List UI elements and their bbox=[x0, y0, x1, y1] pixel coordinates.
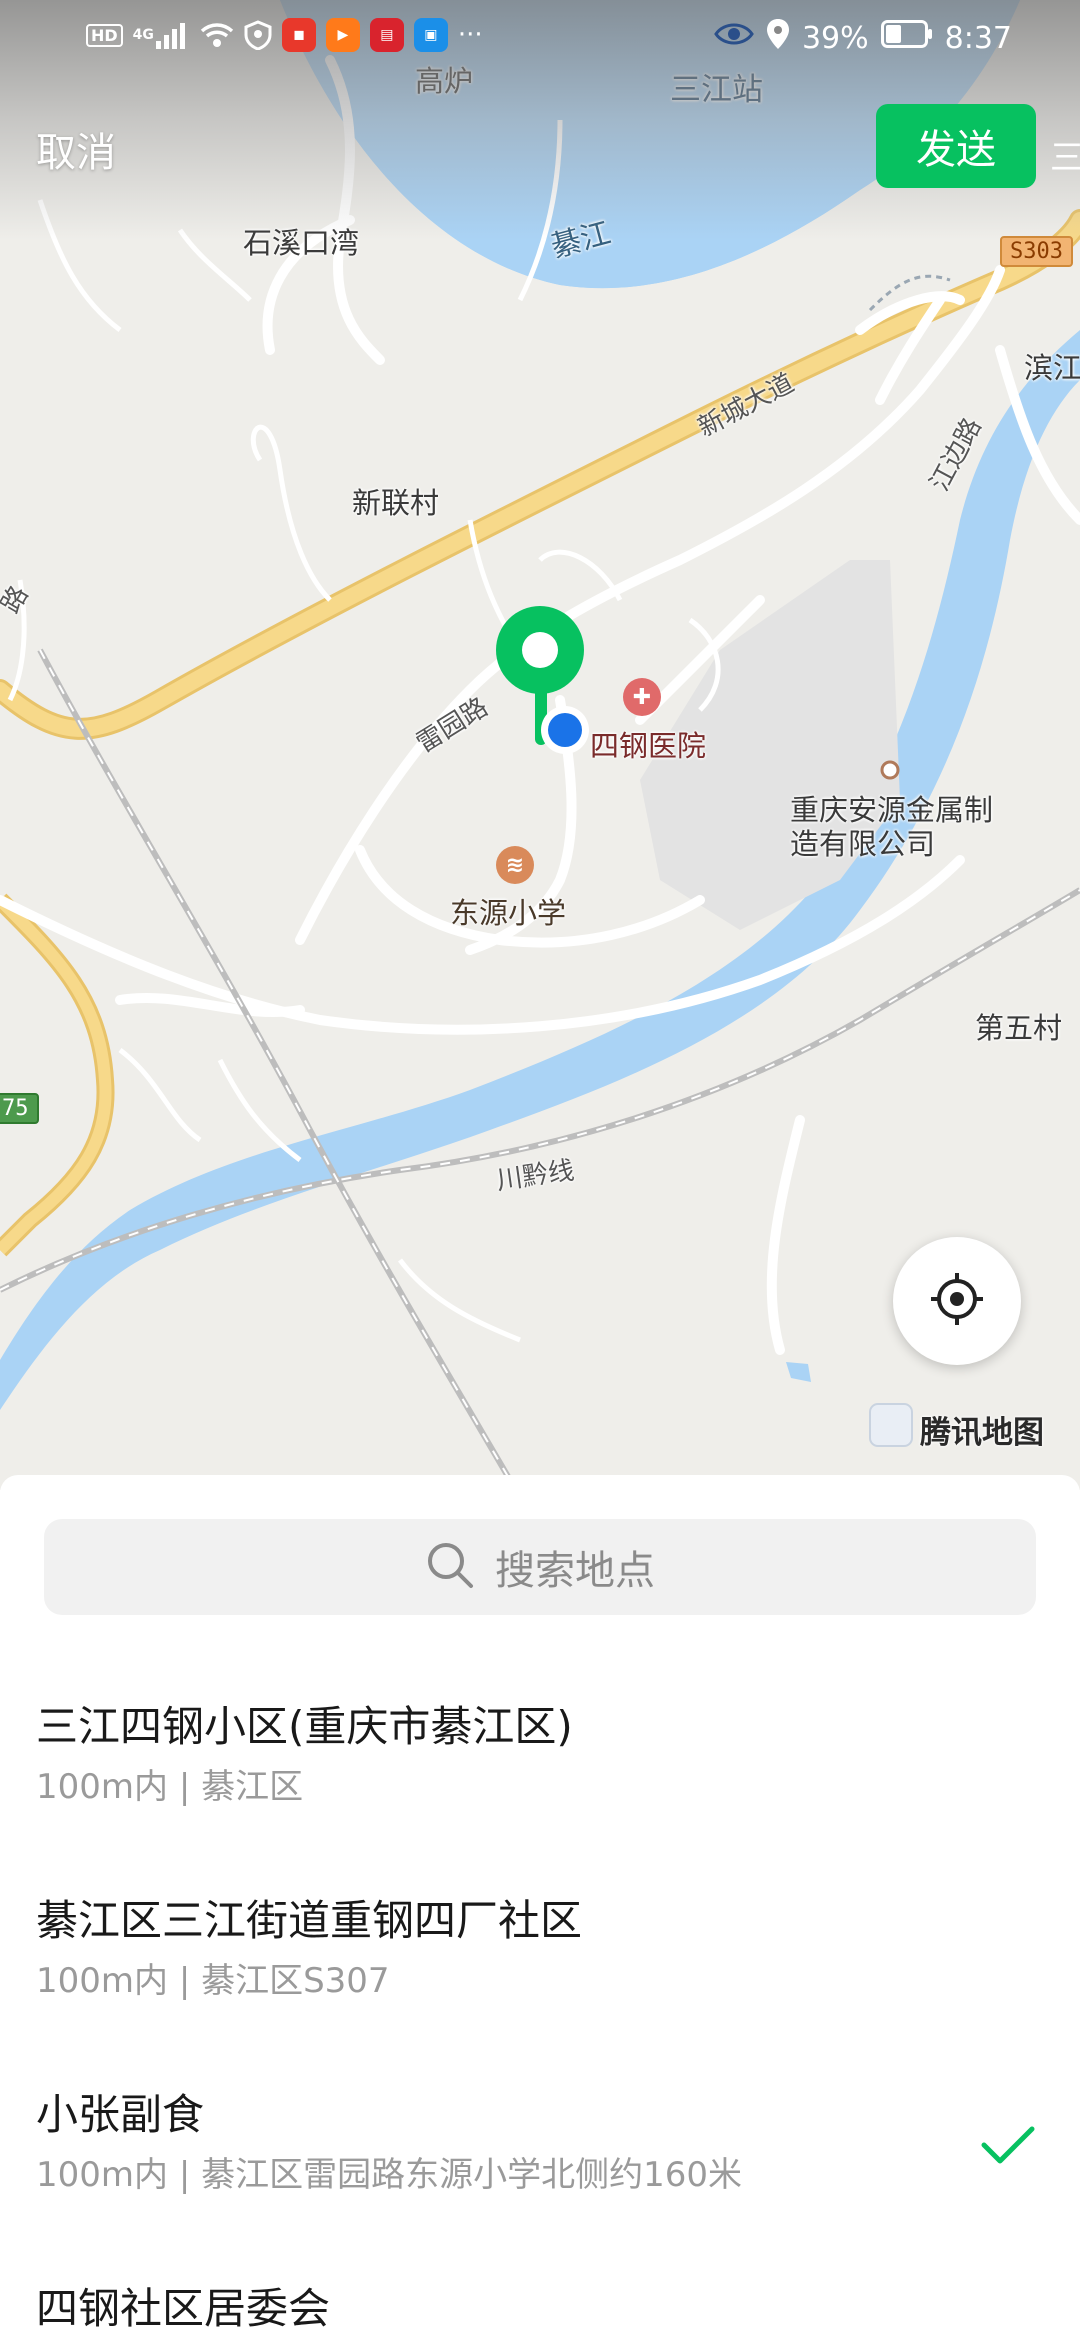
place-item[interactable]: 三江四钢小区(重庆市綦江区) 100m内 | 綦江区 bbox=[36, 1699, 1046, 1809]
place-detail: 100m内 | 綦江区S307 bbox=[36, 1961, 390, 2001]
search-placeholder: 搜索地点 bbox=[495, 1548, 655, 1594]
map-label-xinliancun: 新联村 bbox=[352, 486, 440, 520]
cancel-button[interactable]: 取消 bbox=[36, 120, 116, 178]
status-bar: HD 4G ◼ ▶ ▤ ▣ ··· 39% 8:37 bbox=[0, 0, 1080, 80]
map-brand-label: 腾讯地图 bbox=[920, 1414, 1044, 1451]
status-bar-left: HD 4G ◼ ▶ ▤ ▣ ··· bbox=[86, 18, 483, 52]
app-icon-2: ▶ bbox=[325, 18, 360, 52]
app-icon-1: ◼ bbox=[281, 18, 316, 52]
place-name: 四钢社区居委会 bbox=[36, 2284, 331, 2333]
status-bar-right: 39% 8:37 bbox=[714, 18, 1012, 58]
school-icon: ≋ bbox=[496, 846, 534, 884]
battery-percent: 39% bbox=[801, 20, 869, 56]
crosshair-icon bbox=[927, 1269, 987, 1333]
road-shield-s303: S303 bbox=[1000, 236, 1073, 267]
network-type: 4G bbox=[132, 27, 154, 43]
map-label-hospital: 四钢医院 bbox=[590, 729, 707, 763]
place-name: 小张副食 bbox=[36, 2090, 205, 2139]
more-dots-icon: ··· bbox=[457, 20, 483, 50]
map-label-diwucun: 第五村 bbox=[975, 1011, 1063, 1045]
place-item-selected[interactable]: 小张副食 100m内 | 綦江区雷园路东源小学北侧约160米 bbox=[36, 2087, 1046, 2197]
locate-me-button[interactable] bbox=[893, 1237, 1021, 1365]
road-shield-75: 75 bbox=[0, 1093, 39, 1124]
map-label-binjiang: 滨江 bbox=[1024, 351, 1080, 385]
tencent-map-logo-icon bbox=[868, 1402, 914, 1456]
map-label-company: 重庆安源金属制造有限公司 bbox=[790, 793, 994, 861]
location-status-icon bbox=[766, 18, 790, 58]
clock: 8:37 bbox=[944, 20, 1012, 56]
hd-text: HD bbox=[91, 25, 118, 45]
hospital-icon: ✚ bbox=[623, 678, 661, 716]
place-detail: 100m内 | 綦江区雷园路东源小学北侧约160米 bbox=[36, 2155, 742, 2195]
eye-icon bbox=[714, 20, 754, 56]
place-item[interactable]: 四钢社区居委会 bbox=[36, 2281, 1046, 2337]
map-view[interactable]: 高炉 三江站 石溪口湾 綦江 S303 滨江 新城大道 江边路 新联村 路 雷园… bbox=[0, 0, 1080, 1490]
app-icon-4: ▣ bbox=[413, 18, 448, 52]
signal-4g-icon: 4G bbox=[133, 21, 190, 49]
checkmark-icon bbox=[980, 2123, 1036, 2171]
search-bar[interactable]: 搜索地点 bbox=[44, 1519, 1036, 1615]
map-label-school: 东源小学 bbox=[450, 896, 567, 930]
wifi-icon bbox=[200, 21, 234, 49]
battery-icon bbox=[880, 20, 933, 56]
place-name: 三江四钢小区(重庆市綦江区) bbox=[36, 1702, 573, 1751]
map-label-edge-top-right: 三 bbox=[1050, 138, 1080, 178]
shield-icon bbox=[244, 20, 272, 50]
map-label-shixikouwan: 石溪口湾 bbox=[243, 226, 360, 260]
place-detail: 100m内 | 綦江区 bbox=[36, 1767, 304, 1807]
map-brand: 腾讯地图 bbox=[868, 1402, 1044, 1456]
place-name: 綦江区三江街道重钢四厂社区 bbox=[36, 1896, 583, 1945]
place-picker-sheet: 搜索地点 三江四钢小区(重庆市綦江区) 100m内 | 綦江区 綦江区三江街道重… bbox=[0, 1475, 1080, 2340]
hd-icon: HD bbox=[86, 23, 123, 47]
app-icon-3: ▤ bbox=[369, 18, 404, 52]
send-button[interactable]: 发送 bbox=[876, 104, 1036, 188]
place-item[interactable]: 綦江区三江街道重钢四厂社区 100m内 | 綦江区S307 bbox=[36, 1893, 1046, 2003]
search-icon bbox=[425, 1540, 475, 1594]
